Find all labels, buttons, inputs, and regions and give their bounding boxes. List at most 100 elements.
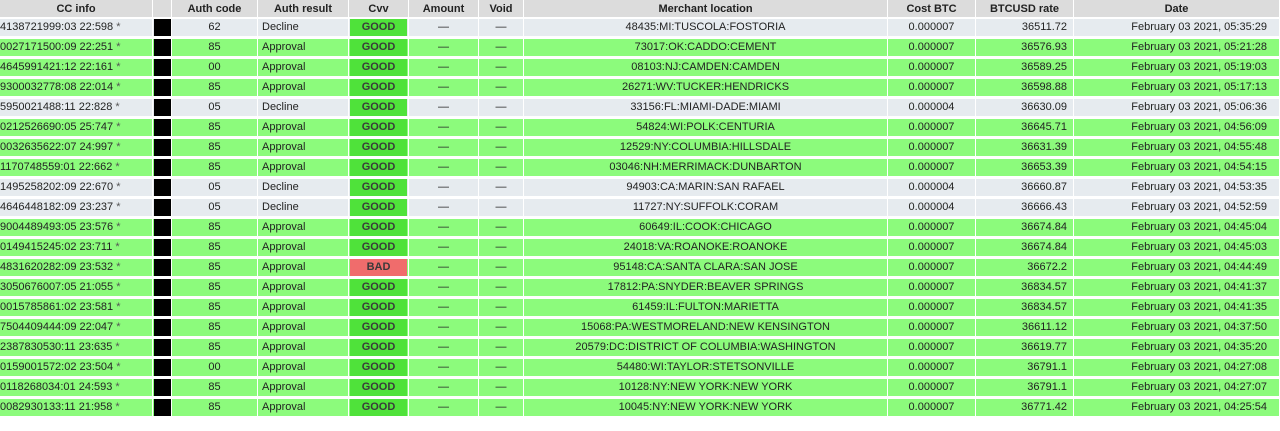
star-mark: * [116,141,121,153]
table-header-row: CC info Auth code Auth result Cvv Amount… [0,0,1280,19]
redaction-block [154,79,171,96]
table-row[interactable]: 1495258202:09 22:670 * 05 Decline GOOD — —949… [0,179,1280,199]
mask-cell [153,379,172,399]
cvv-status-badge: GOOD [350,159,407,176]
amount-cell: — [409,199,479,219]
auth-code-cell: 05 [172,199,258,219]
amount-cell: — [409,279,479,299]
table-row[interactable]: 0015785861:02 23:581 * 85 Approval GOOD — —61… [0,299,1280,319]
cvv-cell: GOOD [349,379,409,399]
auth-code-cell: 05 [172,179,258,199]
cc-info-text: 0015785861:02 23:581 [0,301,114,313]
auth-code-cell: 85 [172,259,258,279]
table-row[interactable]: 1170748559:01 22:662 * 85 Approval GOOD — —03… [0,159,1280,179]
cvv-cell: GOOD [349,179,409,199]
auth-result-cell: Approval [258,219,349,239]
date-cell: February 03 2021, 04:37:50 [1074,319,1280,339]
col-amount[interactable]: Amount [409,0,479,19]
cvv-cell: GOOD [349,359,409,379]
void-cell: — [479,299,524,319]
cvv-status-badge: GOOD [350,359,407,376]
redaction-block [154,199,171,216]
col-date[interactable]: Date [1074,0,1280,19]
cc-info-cell: 0149415245:02 23:711 * [0,239,153,259]
mask-cell [153,319,172,339]
date-cell: February 03 2021, 04:45:03 [1074,239,1280,259]
cc-info-cell: 0015785861:02 23:581 * [0,299,153,319]
cvv-status-badge: GOOD [350,219,407,236]
cost-btc-cell: 0.000007 [888,259,976,279]
cost-btc-cell: 0.000007 [888,119,976,139]
table-row[interactable]: 5950021488:11 22:828 * 05 Decline GOOD — —331… [0,99,1280,119]
mask-cell [153,339,172,359]
redaction-block [154,139,171,156]
star-mark: * [115,401,120,413]
cvv-cell: GOOD [349,79,409,99]
cvv-cell: GOOD [349,99,409,119]
redaction-block [154,39,171,56]
col-auth-code[interactable]: Auth code [172,0,258,19]
table-row[interactable]: 3050676007:05 21:055 * 85 Approval GOOD — —17… [0,279,1280,299]
col-auth-result[interactable]: Auth result [258,0,349,19]
mask-cell [153,19,172,39]
col-merchant-location[interactable]: Merchant location [524,0,888,19]
auth-result-cell: Decline [258,199,349,219]
auth-code-cell: 85 [172,299,258,319]
auth-code-cell: 85 [172,279,258,299]
cvv-cell: GOOD [349,339,409,359]
star-mark: * [115,161,120,173]
cc-info-text: 9004489493:05 23:576 [0,221,114,233]
auth-code-cell: 00 [172,359,258,379]
cvv-status-badge: GOOD [350,179,407,196]
cc-info-cell: 2387830530:11 23:635 * [0,339,153,359]
table-row[interactable]: 7504409444:09 22:047 * 85 Approval GOOD — —15… [0,319,1280,339]
merchant-location-cell: 24018:VA:ROANOKE:ROANOKE [524,239,888,259]
table-row[interactable]: 0212526690:05 25:747 * 85 Approval GOOD — —54… [0,119,1280,139]
void-cell: — [479,259,524,279]
cc-info-text: 9300032778:08 22:014 [0,81,114,93]
table-row[interactable]: 9300032778:08 22:014 * 85 Approval GOOD — —26… [0,79,1280,99]
col-void[interactable]: Void [479,0,524,19]
table-row[interactable]: 4645991421:12 22:161 * 00 Approval GOOD — —08… [0,59,1280,79]
cost-btc-cell: 0.000007 [888,299,976,319]
col-cvv[interactable]: Cvv [349,0,409,19]
cvv-cell: GOOD [349,139,409,159]
table-row[interactable]: 0027171500:09 22:251 * 85 Approval GOOD — —73… [0,39,1280,59]
table-row[interactable]: 0082930133:11 21:958 * 85 Approval GOOD — —10… [0,399,1280,419]
mask-cell [153,399,172,419]
cost-btc-cell: 0.000007 [888,219,976,239]
auth-code-cell: 85 [172,379,258,399]
table-row[interactable]: 9004489493:05 23:576 * 85 Approval GOOD — —60… [0,219,1280,239]
amount-cell: — [409,399,479,419]
table-row[interactable]: 2387830530:11 23:635 * 85 Approval GOOD — —20… [0,339,1280,359]
void-cell: — [479,319,524,339]
cost-btc-cell: 0.000007 [888,59,976,79]
col-cost-btc[interactable]: Cost BTC [888,0,976,19]
table-row[interactable]: 0149415245:02 23:711 * 85 Approval GOOD — —24… [0,239,1280,259]
table-row[interactable]: 0118268034:01 24:593 * 85 Approval GOOD — —10… [0,379,1280,399]
date-cell: February 03 2021, 04:53:35 [1074,179,1280,199]
col-cc-info[interactable]: CC info [0,0,153,19]
merchant-location-cell: 54480:WI:TAYLOR:STETSONVILLE [524,359,888,379]
table-row[interactable]: 0032635622:07 24:997 * 85 Approval GOOD — —12… [0,139,1280,159]
cc-info-text: 7504409444:09 22:047 [0,321,114,333]
mask-cell [153,59,172,79]
table-row[interactable]: 0159001572:02 23:504 * 00 Approval GOOD — —54… [0,359,1280,379]
btcusd-rate-cell: 36791.1 [976,359,1074,379]
merchant-location-cell: 20579:DC:DISTRICT OF COLUMBIA:WASHINGTON [524,339,888,359]
auth-code-cell: 85 [172,79,258,99]
void-cell: — [479,379,524,399]
star-mark: * [116,81,121,93]
date-cell: February 03 2021, 04:27:08 [1074,359,1280,379]
auth-code-cell: 00 [172,59,258,79]
cvv-status-badge: GOOD [350,379,407,396]
table-row[interactable]: 4831620282:09 23:532 * 85 Approval BAD — —951… [0,259,1280,279]
cvv-status-badge: GOOD [350,19,407,36]
cc-info-cell: 0159001572:02 23:504 * [0,359,153,379]
col-btcusd-rate[interactable]: BTCUSD rate [976,0,1074,19]
table-row[interactable]: 4646448182:09 23:237 * 05 Decline GOOD — —117… [0,199,1280,219]
table-row[interactable]: 4138721999:03 22:598 * 62 Decline GOOD — —484… [0,19,1280,39]
auth-code-cell: 85 [172,319,258,339]
merchant-location-cell: 73017:OK:CADDO:CEMENT [524,39,888,59]
cost-btc-cell: 0.000007 [888,399,976,419]
